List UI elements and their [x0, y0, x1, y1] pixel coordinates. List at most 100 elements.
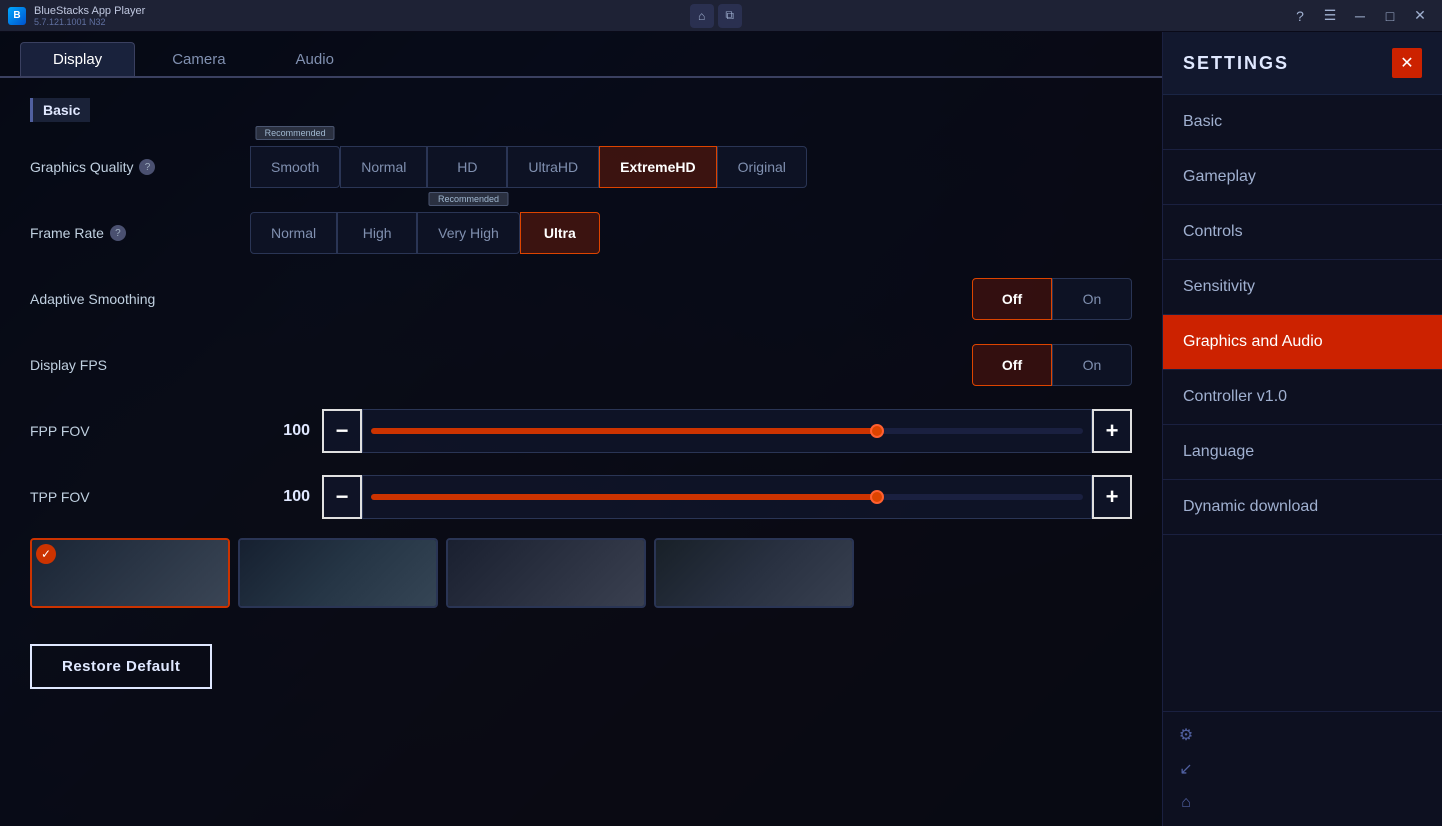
adaptive-off[interactable]: Off	[972, 278, 1052, 320]
adaptive-smoothing-label: Adaptive Smoothing	[30, 291, 250, 307]
title-bar: B BlueStacks App Player 5.7.121.1001 N32…	[0, 0, 1442, 32]
frame-rate-label: Frame Rate ?	[30, 225, 250, 241]
thumb-bg-3	[448, 540, 644, 606]
game-area: Display Camera Audio Basic Graphics Qual…	[0, 32, 1162, 826]
sidebar-item-dynamic-download[interactable]: Dynamic download	[1163, 480, 1442, 535]
fpp-fov-minus[interactable]: −	[322, 409, 362, 453]
graphics-quality-label: Graphics Quality ?	[30, 159, 250, 175]
settings-gear-icon[interactable]: ⚙	[1171, 720, 1201, 750]
rate-high[interactable]: High	[337, 212, 417, 254]
graphics-quality-help[interactable]: ?	[139, 159, 155, 175]
content-area: Basic Graphics Quality ? Recommended Smo…	[0, 78, 1162, 826]
display-fps-controls: Off On	[250, 344, 1132, 386]
tpp-fov-label: TPP FOV	[30, 489, 250, 505]
tab-display[interactable]: Display	[20, 42, 135, 76]
title-bar-left: B BlueStacks App Player 5.7.121.1001 N32	[8, 5, 145, 27]
tab-bar: Display Camera Audio	[0, 32, 1162, 78]
fps-off[interactable]: Off	[972, 344, 1052, 386]
tpp-fov-row: TPP FOV 100 − +	[30, 472, 1132, 522]
thumbnail-check-1: ✓	[36, 544, 56, 564]
rate-normal[interactable]: Normal	[250, 212, 337, 254]
rate-ultra[interactable]: Ultra	[520, 212, 600, 254]
thumbnail-2[interactable]	[238, 538, 438, 608]
tpp-fov-value: 100	[250, 488, 310, 506]
graphics-quality-controls: Recommended Smooth Normal HD UltraHD Ext…	[250, 146, 1132, 188]
title-bar-right: ? ☰ ─ □ ✕	[1286, 5, 1434, 27]
sidebar-item-sensitivity[interactable]: Sensitivity	[1163, 260, 1442, 315]
recommended-tag-framerate: Recommended	[429, 192, 508, 206]
thumbnails-row: ✓	[30, 538, 1132, 608]
tab-audio[interactable]: Audio	[263, 42, 367, 76]
display-fps-label: Display FPS	[30, 357, 250, 373]
maximize-btn[interactable]: □	[1376, 5, 1404, 27]
tpp-fov-plus[interactable]: +	[1092, 475, 1132, 519]
sidebar-bottom-icons: ⚙ ↙ ⌂	[1163, 711, 1442, 826]
adaptive-on[interactable]: On	[1052, 278, 1132, 320]
rate-very-high[interactable]: Very High	[417, 212, 520, 254]
fpp-fov-label: FPP FOV	[30, 423, 250, 439]
tpp-fov-track-bg	[371, 494, 1083, 500]
fpp-fov-row: FPP FOV 100 − +	[30, 406, 1132, 456]
quality-smooth[interactable]: Smooth	[250, 146, 340, 188]
sidebar-item-gameplay[interactable]: Gameplay	[1163, 150, 1442, 205]
main-container: Display Camera Audio Basic Graphics Qual…	[0, 32, 1442, 826]
tab-camera[interactable]: Camera	[139, 42, 258, 76]
settings-overlay: Display Camera Audio Basic Graphics Qual…	[0, 32, 1162, 826]
frame-rate-row: Frame Rate ? Normal High Recommended Ver…	[30, 208, 1132, 258]
home-btn[interactable]: ⌂	[690, 4, 714, 28]
tpp-fov-track[interactable]	[362, 475, 1092, 519]
quality-hd[interactable]: HD	[427, 146, 507, 188]
minimize-btn[interactable]: ─	[1346, 5, 1374, 27]
app-version: 5.7.121.1001 N32	[34, 17, 145, 27]
very-high-wrapper: Recommended Very High	[417, 212, 520, 254]
thumbnail-4[interactable]	[654, 538, 854, 608]
restore-default-button[interactable]: Restore Default	[30, 644, 212, 689]
graphics-quality-row: Graphics Quality ? Recommended Smooth No…	[30, 142, 1132, 192]
back-icon[interactable]: ↙	[1171, 754, 1201, 784]
fpp-fov-plus[interactable]: +	[1092, 409, 1132, 453]
title-bar-center: ⌂ ⧉	[690, 4, 742, 28]
section-label: Basic	[30, 98, 90, 122]
display-fps-row: Display FPS Off On	[30, 340, 1132, 390]
menu-btn[interactable]: ☰	[1316, 5, 1344, 27]
quality-extremehd[interactable]: ExtremeHD	[599, 146, 716, 188]
recommended-tag-smooth: Recommended	[256, 126, 335, 140]
multi-btn[interactable]: ⧉	[718, 4, 742, 28]
sidebar-item-controls[interactable]: Controls	[1163, 205, 1442, 260]
sidebar-item-language[interactable]: Language	[1163, 425, 1442, 480]
quality-normal[interactable]: Normal	[340, 146, 427, 188]
sidebar-close-btn[interactable]: ✕	[1392, 48, 1422, 78]
help-btn[interactable]: ?	[1286, 5, 1314, 27]
sidebar-item-graphics-audio[interactable]: Graphics and Audio	[1163, 315, 1442, 370]
adaptive-smoothing-row: Adaptive Smoothing Off On	[30, 274, 1132, 324]
tpp-fov-thumb[interactable]	[870, 490, 884, 504]
thumbnail-1[interactable]: ✓	[30, 538, 230, 608]
fps-on[interactable]: On	[1052, 344, 1132, 386]
sidebar-items: Basic Gameplay Controls Sensitivity Grap…	[1163, 95, 1442, 711]
fpp-fov-track-bg	[371, 428, 1083, 434]
smooth-option-wrapper: Recommended Smooth	[250, 146, 340, 188]
sidebar-item-basic[interactable]: Basic	[1163, 95, 1442, 150]
app-icon: B	[8, 7, 26, 25]
fpp-fov-value: 100	[250, 422, 310, 440]
sidebar-item-controller[interactable]: Controller v1.0	[1163, 370, 1442, 425]
fpp-fov-track[interactable]	[362, 409, 1092, 453]
app-name: BlueStacks App Player 5.7.121.1001 N32	[34, 5, 145, 27]
close-btn[interactable]: ✕	[1406, 5, 1434, 27]
app-name-text: BlueStacks App Player	[34, 5, 145, 17]
quality-original[interactable]: Original	[717, 146, 807, 188]
frame-rate-help[interactable]: ?	[110, 225, 126, 241]
fpp-fov-thumb[interactable]	[870, 424, 884, 438]
frame-rate-controls: Normal High Recommended Very High Ultra	[250, 212, 1132, 254]
right-sidebar: SETTINGS ✕ Basic Gameplay Controls Sensi…	[1162, 32, 1442, 826]
tpp-fov-fill	[371, 494, 877, 500]
sidebar-header: SETTINGS ✕	[1163, 32, 1442, 95]
sidebar-title: SETTINGS	[1183, 53, 1289, 74]
restore-section: Restore Default	[30, 628, 1132, 705]
tpp-fov-minus[interactable]: −	[322, 475, 362, 519]
fpp-fov-fill	[371, 428, 877, 434]
quality-ultrahd[interactable]: UltraHD	[507, 146, 599, 188]
thumbnail-3[interactable]	[446, 538, 646, 608]
thumb-bg-1	[32, 540, 228, 606]
home-sidebar-icon[interactable]: ⌂	[1171, 788, 1201, 818]
